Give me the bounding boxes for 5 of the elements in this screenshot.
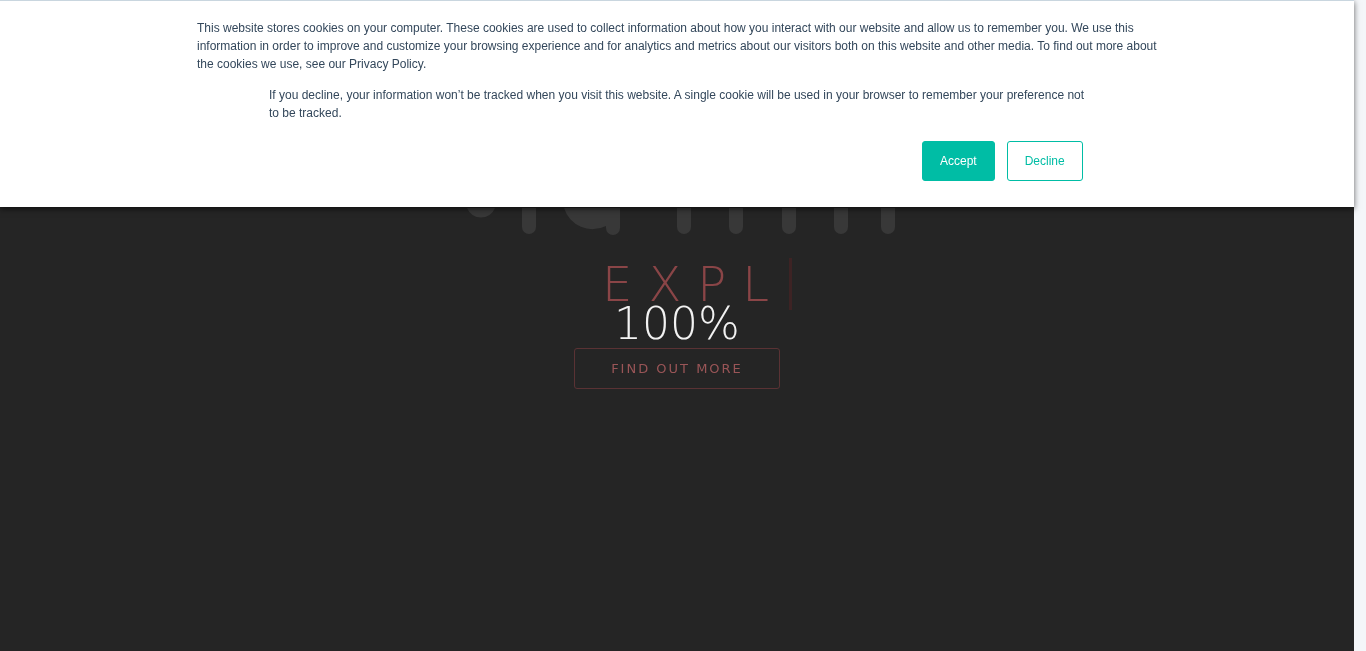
find-out-more-button[interactable]: FIND OUT MORE: [574, 348, 780, 389]
decline-note-text: If you decline, your information won’t be tracked when you visit this website. A single cookie will be used in your browser to remember your preference not to be tracked.: [269, 87, 1086, 122]
accept-button[interactable]: Accept: [922, 141, 995, 181]
decline-button[interactable]: Decline: [1006, 141, 1083, 181]
cookie-notice-text: This website stores cookies on your computer. These cookies are used to collect information about how you interact with our website and allow us to remember you. We use this information in order to improve and customize your browsing experience and for analytics and metrics about our visitors both on this website and other media. To find out more about the cookies we use, see our Privacy Policy.: [197, 20, 1158, 73]
